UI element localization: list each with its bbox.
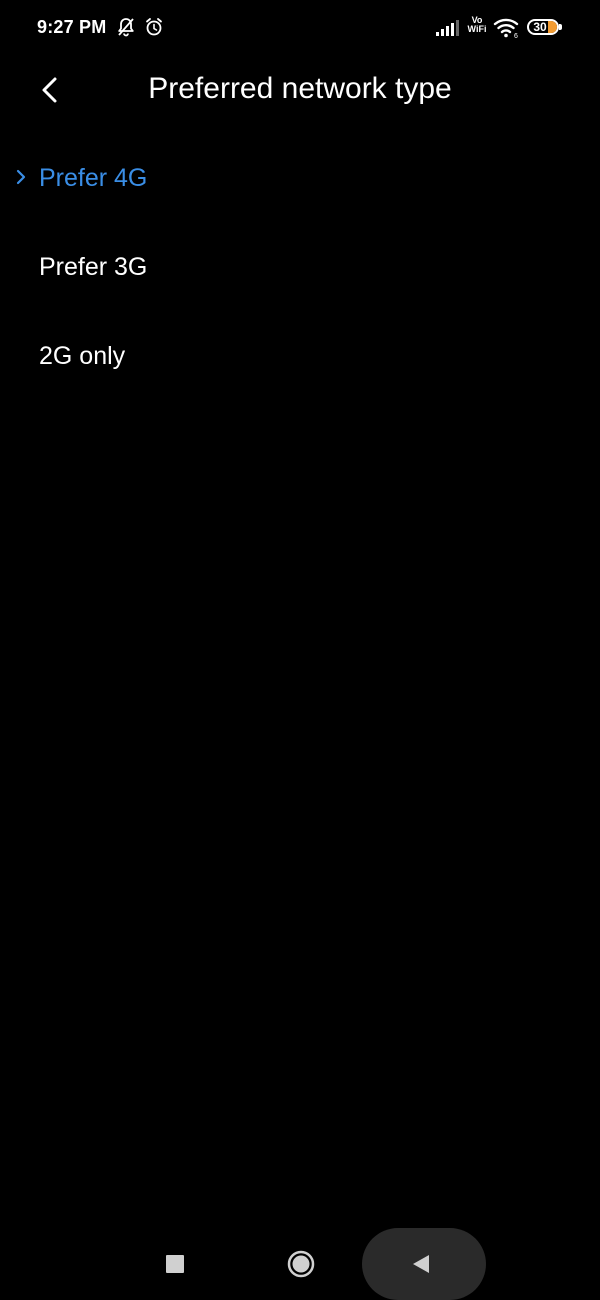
page-title-text: Preferred network type — [148, 72, 452, 105]
battery-icon: 30 — [527, 19, 559, 35]
option-label: 2G only — [39, 342, 126, 370]
nav-back-button[interactable] — [362, 1228, 486, 1300]
wifi-icon: 6 — [493, 18, 519, 39]
option-label: Prefer 4G — [39, 164, 148, 192]
option-prefer-4g[interactable]: Prefer 4G — [0, 135, 600, 224]
recent-apps-button[interactable] — [166, 1255, 184, 1273]
home-button[interactable] — [287, 1250, 315, 1278]
vowifi-indicator: Vo WiFi — [466, 16, 488, 34]
bell-muted-icon — [118, 18, 134, 37]
triangle-back-icon — [413, 1255, 429, 1273]
battery-level: 30 — [533, 20, 547, 34]
system-nav-bar — [0, 1228, 600, 1300]
page-title: Preferred network type — [0, 72, 600, 106]
option-prefer-3g[interactable]: Prefer 3G — [0, 224, 600, 313]
option-2g-only[interactable]: 2G only — [0, 313, 600, 402]
network-type-options: Prefer 4G Prefer 3G 2G only — [0, 135, 600, 402]
status-bar: 9:27 PM Vo WiFi 6 30 — [0, 0, 600, 56]
svg-text:6: 6 — [514, 33, 518, 39]
option-label: Prefer 3G — [39, 253, 148, 281]
chevron-right-icon — [16, 169, 26, 185]
vowifi-line2: WiFi — [467, 24, 487, 34]
alarm-icon — [146, 18, 162, 36]
battery-tip — [559, 24, 562, 30]
status-time: 9:27 PM — [37, 17, 107, 37]
signal-strength-icon — [436, 20, 459, 36]
